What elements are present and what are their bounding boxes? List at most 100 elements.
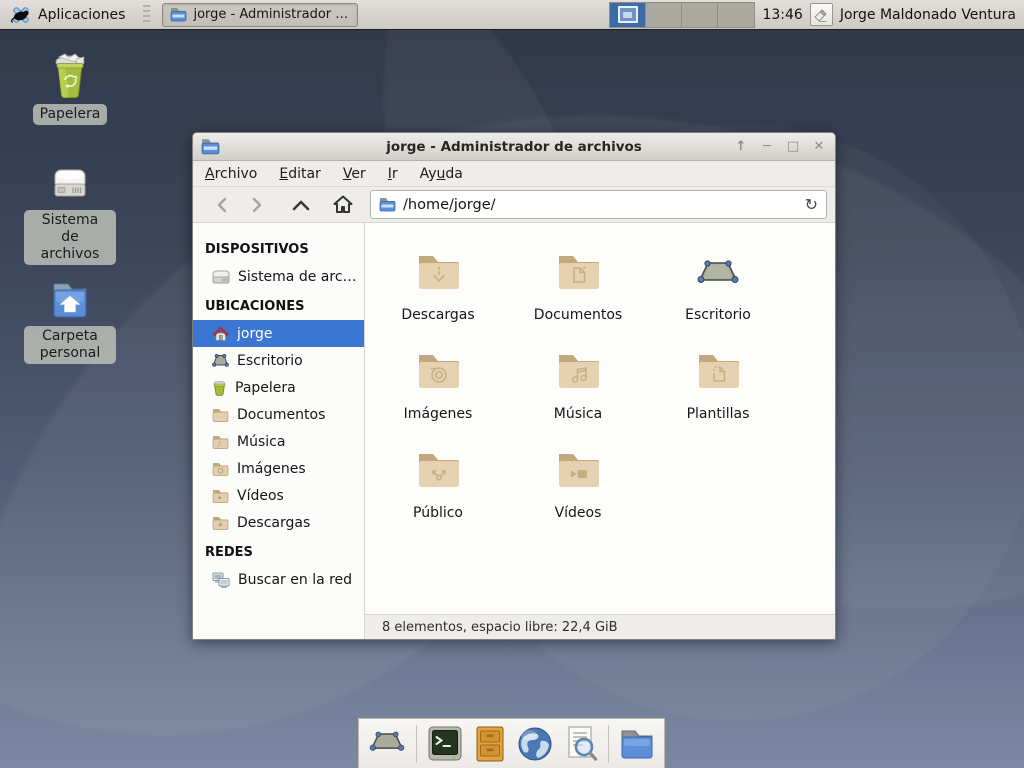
minimize-button[interactable]: ─ <box>759 139 775 155</box>
workspace-3[interactable] <box>682 3 718 27</box>
menu-ver[interactable]: Ver <box>343 166 366 182</box>
workspace-pager <box>609 2 755 28</box>
window-folder-icon <box>170 7 187 22</box>
sidebar-item-downloads[interactable]: Descargas <box>193 509 364 536</box>
file-documentos[interactable]: Documentos <box>508 248 648 347</box>
file-name: Música <box>554 406 602 422</box>
sidebar-item-pictures[interactable]: Imágenes <box>193 455 364 482</box>
top-panel: Aplicaciones jorge - Administrador de...… <box>0 0 1024 30</box>
file-name: Imágenes <box>404 406 473 422</box>
sidebar-item-documents[interactable]: Documentos <box>193 401 364 428</box>
show-desktop-icon <box>367 727 407 761</box>
user-name-label[interactable]: Jorge Maldonado Ventura <box>840 7 1016 23</box>
path-text: /home/jorge/ <box>403 197 496 213</box>
workspace-1[interactable] <box>610 3 646 27</box>
workspace-2[interactable] <box>646 3 682 27</box>
file-view: Descargas Do <box>365 223 835 614</box>
sidebar-item-network-search[interactable]: Buscar en la red <box>193 566 364 593</box>
folder-icon <box>212 516 229 530</box>
applications-label: Aplicaciones <box>38 7 125 23</box>
svg-text:♪: ♪ <box>217 440 221 448</box>
sidebar-item-label: Sistema de arch... <box>238 269 364 285</box>
clock[interactable]: 13:46 <box>762 7 802 23</box>
shade-button[interactable]: ↑ <box>733 139 749 155</box>
file-cabinet-launcher[interactable] <box>473 725 507 763</box>
sidebar-item-label: Música <box>237 434 285 450</box>
path-input[interactable]: /home/jorge/ ↻ <box>370 190 827 219</box>
folder-music-icon <box>554 347 602 395</box>
desktop-icon-trash[interactable]: Papelera <box>22 50 118 125</box>
sidebar-item-music[interactable]: ♪ Música <box>193 428 364 455</box>
sidebar-header-places: UBICACIONES <box>193 290 364 320</box>
file-musica[interactable]: Música <box>508 347 648 446</box>
file-name: Vídeos <box>555 505 602 521</box>
network-icon <box>212 572 230 588</box>
panel-grip <box>143 5 150 25</box>
home-icon <box>212 326 229 342</box>
forward-button[interactable] <box>242 191 272 219</box>
sidebar-item-desktop[interactable]: Escritorio <box>193 347 364 374</box>
sidebar-item-label: Vídeos <box>237 488 284 504</box>
folder-icon: ♪ <box>212 435 229 449</box>
toolbar: /home/jorge/ ↻ <box>193 187 835 223</box>
desktop-icon-label: Sistema de archivos <box>24 210 116 265</box>
folder-video-icon <box>554 446 602 494</box>
applications-menu-button[interactable]: Aplicaciones <box>6 2 129 28</box>
sidebar-item-filesystem[interactable]: Sistema de arch... <box>193 263 364 290</box>
document-search-launcher[interactable] <box>563 725 599 763</box>
sidebar-header-network: REDES <box>193 536 364 566</box>
sidebar-item-label: Escritorio <box>237 353 303 369</box>
file-name: Plantillas <box>687 406 750 422</box>
back-button[interactable] <box>207 191 237 219</box>
user-action-button[interactable] <box>810 3 833 26</box>
maximize-button[interactable]: □ <box>785 139 801 155</box>
file-imagenes[interactable]: Imágenes <box>368 347 508 446</box>
file-manager-window: jorge - Administrador de archivos ↑ ─ □ … <box>192 132 836 640</box>
file-cabinet-icon <box>473 725 507 763</box>
sidebar-item-label: Descargas <box>237 515 310 531</box>
home-button[interactable] <box>328 191 358 219</box>
trash-full-icon <box>46 50 94 100</box>
taskbar-window-button[interactable]: jorge - Administrador de... <box>162 3 358 27</box>
folder-icon <box>212 489 229 503</box>
folder-icon <box>212 408 229 422</box>
web-browser-launcher[interactable] <box>516 725 554 763</box>
desktop-icon-home[interactable]: Carpeta personal <box>22 276 118 364</box>
folder-download-icon <box>414 248 462 296</box>
reload-icon[interactable]: ↻ <box>805 197 818 213</box>
terminal-launcher[interactable] <box>426 725 464 763</box>
sidebar-item-home[interactable]: jorge <box>193 320 364 347</box>
document-search-icon <box>563 725 599 763</box>
hard-drive-icon <box>46 160 94 206</box>
show-desktop-button[interactable] <box>367 727 407 761</box>
menu-archivo[interactable]: Archivo <box>205 166 257 182</box>
dock-separator <box>416 725 417 763</box>
folder-template-icon <box>694 347 742 395</box>
file-name: Documentos <box>534 307 622 323</box>
sidebar: DISPOSITIVOS Sistema de arch... UBICACIO… <box>193 223 365 639</box>
sidebar-item-label: jorge <box>237 326 272 342</box>
desktop-icon-filesystem[interactable]: Sistema de archivos <box>22 160 118 265</box>
menu-editar[interactable]: Editar <box>279 166 320 182</box>
file-manager-launcher[interactable] <box>618 727 656 761</box>
menu-ir[interactable]: Ir <box>388 166 398 182</box>
desktop-icon-label: Carpeta personal <box>24 326 116 364</box>
file-videos[interactable]: Vídeos <box>508 446 648 545</box>
up-button[interactable] <box>286 191 316 219</box>
drive-icon <box>212 270 230 284</box>
file-descargas[interactable]: Descargas <box>368 248 508 347</box>
workspace-window-thumb <box>618 6 638 23</box>
sidebar-item-trash[interactable]: Papelera <box>193 374 364 401</box>
eraser-icon <box>813 6 830 23</box>
path-folder-icon <box>379 197 396 212</box>
xfce-logo-icon <box>10 4 32 26</box>
file-plantillas[interactable]: Plantillas <box>648 347 788 446</box>
folder-document-icon <box>554 248 602 296</box>
file-publico[interactable]: Público <box>368 446 508 545</box>
sidebar-item-videos[interactable]: Vídeos <box>193 482 364 509</box>
close-button[interactable]: ✕ <box>811 139 827 155</box>
file-escritorio[interactable]: Escritorio <box>648 248 788 347</box>
workspace-4[interactable] <box>718 3 754 27</box>
titlebar[interactable]: jorge - Administrador de archivos ↑ ─ □ … <box>193 133 835 161</box>
menu-ayuda[interactable]: Ayuda <box>420 166 463 182</box>
